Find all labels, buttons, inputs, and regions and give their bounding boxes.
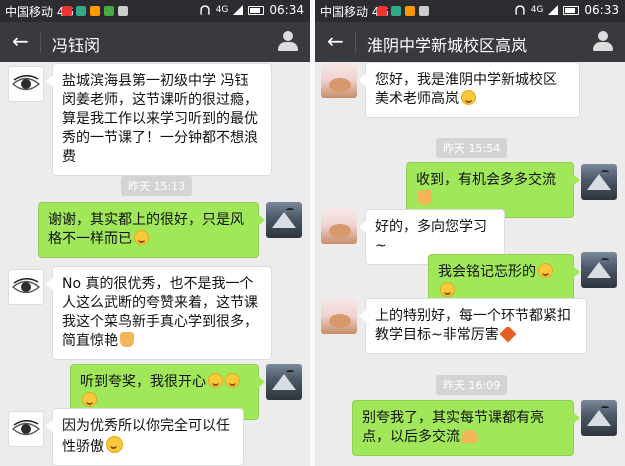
contact-avatar[interactable] <box>8 411 44 447</box>
message-bubble-incoming[interactable]: 盐城滨海县第一初级中学 冯钰闵姜老师，这节课听的很过瘾，算是我工作以来学习听到的… <box>46 63 272 176</box>
smile-emoji-icon <box>461 90 476 105</box>
wifi-icon <box>199 5 210 15</box>
header-divider <box>355 32 356 52</box>
chat-title: 淮阴中学新城校区高岚 <box>367 36 528 55</box>
signal-icon <box>233 5 244 15</box>
timestamp: 昨天 16:09 <box>436 375 508 395</box>
message-bubble-outgoing[interactable]: 别夸我了，其实每节课都有亮点，以后多交流 <box>352 400 580 456</box>
chat-header: ← 冯钰闵 <box>0 22 310 62</box>
chat-screen-left: 中国移动 4G 4G 06:34 ← 冯钰闵 盐城滨海县第一初级中学 冯钰闵姜老… <box>0 0 310 466</box>
wifi-icon <box>514 5 525 15</box>
contact-avatar[interactable] <box>8 66 44 102</box>
my-avatar[interactable] <box>581 252 617 288</box>
app-icon <box>405 6 415 16</box>
app-icon <box>391 6 401 16</box>
message-bubble-incoming[interactable]: No 真的很优秀，也不是我一个人这么武断的夸赞来着，这节课我这个菜鸟新手真心学到… <box>46 266 272 360</box>
message-bubble-incoming[interactable]: 因为优秀所以你完全可以任性骄傲 <box>46 408 244 466</box>
clock: 06:34 <box>269 3 304 17</box>
clock: 06:33 <box>584 3 619 17</box>
grin-emoji-icon <box>225 373 240 388</box>
message-text: 我会铭记忘形的 <box>438 264 536 280</box>
my-avatar[interactable] <box>581 400 617 436</box>
app-icon <box>90 6 100 16</box>
status-bar: 中国移动 4G 4G 06:34 <box>0 0 310 22</box>
timestamp: 昨天 15:54 <box>436 138 508 158</box>
contact-avatar[interactable] <box>321 208 357 244</box>
battery-icon <box>563 5 580 15</box>
contact-avatar[interactable] <box>8 269 44 305</box>
contact-avatar[interactable] <box>321 62 357 98</box>
app-icon <box>377 6 387 16</box>
bowing-emoji-icon <box>462 430 477 443</box>
laughing-emoji-icon <box>106 436 123 453</box>
message-text: 听到夸奖，我很开心 <box>80 374 206 390</box>
timestamp: 昨天 15:13 <box>121 176 193 196</box>
message-text: 盐城滨海县第一初级中学 冯钰闵姜老师，这节课听的很过瘾，算是我工作以来学习听到的… <box>62 73 258 165</box>
chat-screen-right: 中国移动 4G 4G 06:33 ← 淮阴中学新城校区高岚 您好，我是淮阴中学新… <box>315 0 625 466</box>
my-avatar[interactable] <box>581 164 617 200</box>
app-icon <box>104 6 114 16</box>
notification-icons <box>377 6 429 16</box>
message-bubble-incoming[interactable]: 上的特别好，每一个环节都紧扣教学目标~非常厉害 <box>359 298 587 354</box>
message-text: 别夸我了，其实每节课都有亮点，以后多交流 <box>362 410 544 445</box>
status-bar: 中国移动 4G 4G 06:33 <box>315 0 625 22</box>
message-text: 上的特别好，每一个环节都紧扣教学目标~非常厉害 <box>375 308 571 343</box>
grin-emoji-icon <box>440 282 455 297</box>
grin-emoji-icon <box>538 263 553 278</box>
back-arrow-icon[interactable]: ← <box>327 29 344 53</box>
heart-emoji-icon <box>499 325 517 343</box>
notification-icons <box>62 6 128 16</box>
header-divider <box>40 32 41 52</box>
message-text: No 真的很优秀，也不是我一个人这么武断的夸赞来着，这节课我这个菜鸟新手真心学到… <box>62 276 258 349</box>
chat-title: 冯钰闵 <box>52 36 101 55</box>
battery-icon <box>248 5 265 15</box>
back-arrow-icon[interactable]: ← <box>12 29 29 53</box>
thumbs-up-emoji-icon <box>120 332 134 347</box>
network-type-label: 4G <box>530 5 544 15</box>
contact-profile-icon[interactable] <box>593 31 613 53</box>
app-icon <box>118 6 128 16</box>
message-bubble-outgoing[interactable]: 谢谢，其实都上的很好，只是风格不一样而已 <box>38 202 265 258</box>
message-text: 因为优秀所以你完全可以任性骄傲 <box>62 418 230 455</box>
chat-header: ← 淮阴中学新城校区高岚 <box>315 22 625 62</box>
network-type-label: 4G <box>215 5 229 15</box>
my-avatar[interactable] <box>266 202 302 238</box>
contact-avatar[interactable] <box>321 298 357 334</box>
message-text: 好的，多向您学习~ <box>375 219 487 254</box>
message-bubble-incoming[interactable]: 您好，我是淮阴中学新城校区美术老师高岚 <box>359 62 580 118</box>
app-icon <box>76 6 86 16</box>
grin-emoji-icon <box>82 392 97 407</box>
app-icon <box>419 6 429 16</box>
app-icon <box>62 6 72 16</box>
smile-emoji-icon <box>134 230 149 245</box>
contact-profile-icon[interactable] <box>278 31 298 53</box>
signal-icon <box>548 5 559 15</box>
victory-hand-emoji-icon <box>418 190 432 205</box>
grin-emoji-icon <box>208 373 223 388</box>
my-avatar[interactable] <box>266 364 302 400</box>
message-text: 收到，有机会多多交流 <box>416 172 556 188</box>
